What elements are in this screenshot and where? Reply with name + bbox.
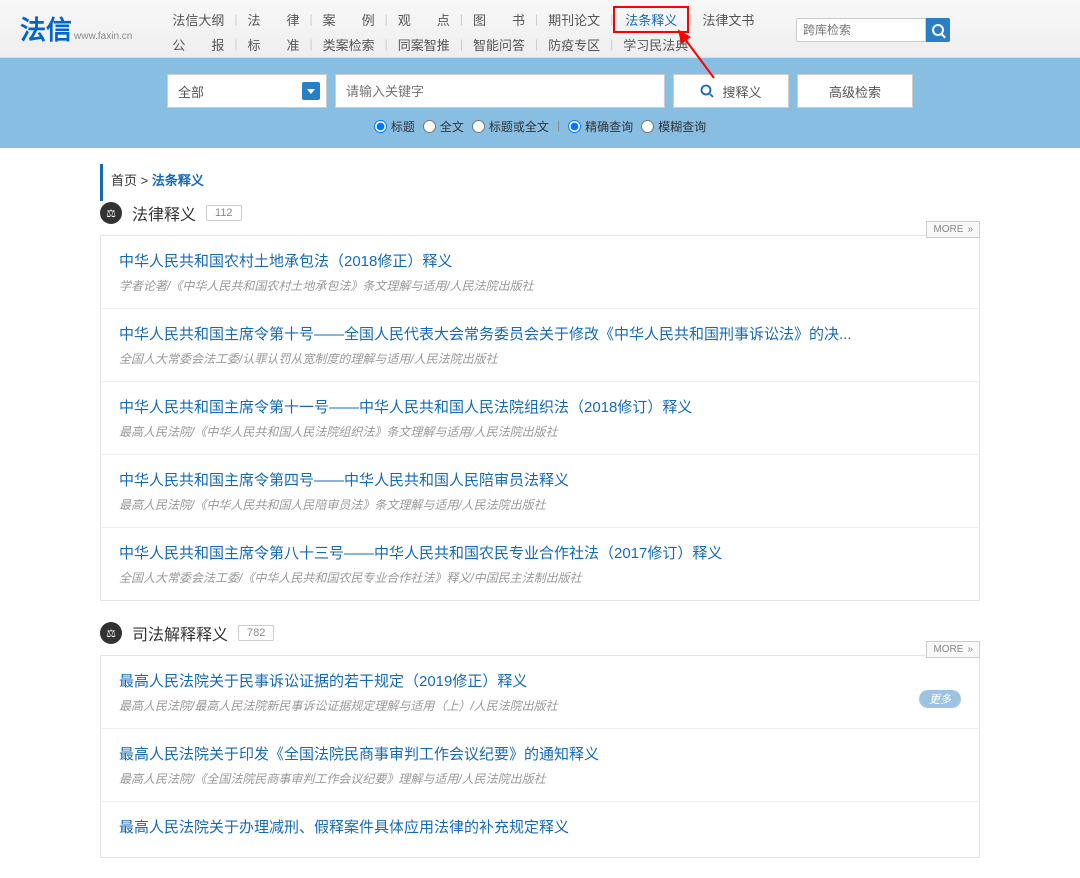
nav-item[interactable]: 防疫专区 bbox=[538, 33, 610, 56]
breadcrumb: 首页 > 法条释义 bbox=[100, 164, 980, 201]
list-item: 中华人民共和国主席令第十号——全国人民代表大会常务委员会关于修改《中华人民共和国… bbox=[101, 309, 979, 382]
nav-item[interactable]: 类案检索 bbox=[313, 33, 385, 56]
count-badge: 782 bbox=[238, 625, 274, 641]
item-title[interactable]: 中华人民共和国主席令第四号——中华人民共和国人民陪审员法释义 bbox=[119, 469, 961, 490]
section-head: ⚖ 司法解释释义 782 bbox=[100, 621, 980, 645]
item-meta: 最高人民法院/《全国法院民商事审判工作会议纪要》理解与适用/人民法院出版社 bbox=[119, 770, 961, 787]
item-meta: 全国人大常委会法工委/《中华人民共和国农民专业合作社法》释义/中国民主法制出版社 bbox=[119, 569, 961, 586]
section: ⚖ 法律释义 112 MORE 中华人民共和国农村土地承包法（2018修正）释义… bbox=[100, 201, 980, 601]
logo-main: 法信 bbox=[20, 10, 72, 47]
breadcrumb-current: 法条释义 bbox=[152, 173, 204, 188]
radio-option[interactable]: 模糊查询 bbox=[641, 118, 706, 135]
list-item: 中华人民共和国农村土地承包法（2018修正）释义 学者论著/《中华人民共和国农村… bbox=[101, 236, 979, 309]
radio-row: 标题全文标题或全文|精确查询模糊查询 bbox=[374, 118, 706, 135]
chevron-down-icon bbox=[302, 82, 320, 100]
cross-search-input[interactable] bbox=[796, 18, 926, 42]
keyword-input[interactable] bbox=[335, 74, 665, 108]
search-bar: 全部 搜释义 高级检索 bbox=[167, 74, 913, 108]
category-label: 全部 bbox=[178, 82, 204, 101]
logo[interactable]: 法信 www.faxin.cn bbox=[20, 10, 132, 47]
section: ⚖ 司法解释释义 782 MORE 最高人民法院关于民事诉讼证据的若干规定（20… bbox=[100, 621, 980, 858]
item-list: 最高人民法院关于民事诉讼证据的若干规定（2019修正）释义 最高人民法院/最高人… bbox=[100, 655, 980, 858]
section-head: ⚖ 法律释义 112 bbox=[100, 201, 980, 225]
cross-search-button[interactable] bbox=[926, 18, 950, 42]
section-title: 司法解释释义 bbox=[132, 621, 228, 645]
list-item: 中华人民共和国主席令第四号——中华人民共和国人民陪审员法释义 最高人民法院/《中… bbox=[101, 455, 979, 528]
nav-item[interactable]: 标 准 bbox=[238, 33, 310, 56]
nav-item[interactable]: 期刊论文 bbox=[538, 8, 610, 31]
item-title[interactable]: 最高人民法院关于民事诉讼证据的若干规定（2019修正）释义 bbox=[119, 670, 961, 691]
item-title[interactable]: 最高人民法院关于印发《全国法院民商事审判工作会议纪要》的通知释义 bbox=[119, 743, 961, 764]
item-meta: 最高人民法院/《中华人民共和国人民法院组织法》条文理解与适用/人民法院出版社 bbox=[119, 423, 961, 440]
category-dropdown[interactable]: 全部 bbox=[167, 74, 327, 108]
search-banner: 全部 搜释义 高级检索 标题全文标题或全文|精确查询模糊查询 bbox=[0, 58, 1080, 148]
nav-item[interactable]: 观 点 bbox=[388, 8, 460, 31]
list-item: 最高人民法院关于印发《全国法院民商事审判工作会议纪要》的通知释义 最高人民法院/… bbox=[101, 729, 979, 802]
breadcrumb-home[interactable]: 首页 bbox=[111, 173, 137, 188]
scale-icon: ⚖ bbox=[100, 622, 122, 644]
item-meta: 学者论著/《中华人民共和国农村土地承包法》条文理解与适用/人民法院出版社 bbox=[119, 277, 961, 294]
item-meta: 最高人民法院/最高人民法院新民事诉讼证据规定理解与适用（上）/人民法院出版社 bbox=[119, 697, 961, 714]
search-icon bbox=[700, 84, 714, 98]
item-title[interactable]: 中华人民共和国农村土地承包法（2018修正）释义 bbox=[119, 250, 961, 271]
nav-item[interactable]: 案 例 bbox=[313, 8, 385, 31]
nav-item[interactable]: 法 律 bbox=[238, 8, 310, 31]
item-meta: 全国人大常委会法工委/认罪认罚从宽制度的理解与适用/人民法院出版社 bbox=[119, 350, 961, 367]
list-item: 最高人民法院关于办理减刑、假释案件具体应用法律的补充规定释义 bbox=[101, 802, 979, 857]
nav-item[interactable]: 公 报 bbox=[162, 33, 234, 56]
nav-item[interactable]: 图 书 bbox=[463, 8, 535, 31]
item-title[interactable]: 中华人民共和国主席令第十一号——中华人民共和国人民法院组织法（2018修订）释义 bbox=[119, 396, 961, 417]
advanced-search-button[interactable]: 高级检索 bbox=[797, 74, 913, 108]
item-meta: 最高人民法院/《中华人民共和国人民陪审员法》条文理解与适用/人民法院出版社 bbox=[119, 496, 961, 513]
search-icon bbox=[932, 24, 944, 36]
radio-option[interactable]: 精确查询 bbox=[568, 118, 633, 135]
more-pill[interactable]: 更多 bbox=[919, 690, 961, 708]
nav-item[interactable]: 法信大纲 bbox=[162, 8, 234, 31]
list-item: 中华人民共和国主席令第八十三号——中华人民共和国农民专业合作社法（2017修订）… bbox=[101, 528, 979, 600]
arrow-annotation bbox=[676, 28, 726, 83]
radio-option[interactable]: 标题或全文 bbox=[472, 118, 549, 135]
list-item: 中华人民共和国主席令第十一号——中华人民共和国人民法院组织法（2018修订）释义… bbox=[101, 382, 979, 455]
radio-option[interactable]: 全文 bbox=[423, 118, 464, 135]
nav-item[interactable]: 同案智推 bbox=[388, 33, 460, 56]
item-title[interactable]: 中华人民共和国主席令第十号——全国人民代表大会常务委员会关于修改《中华人民共和国… bbox=[119, 323, 961, 344]
top-search bbox=[796, 18, 950, 42]
count-badge: 112 bbox=[206, 205, 242, 221]
item-title[interactable]: 中华人民共和国主席令第八十三号——中华人民共和国农民专业合作社法（2017修订）… bbox=[119, 542, 961, 563]
scale-icon: ⚖ bbox=[100, 202, 122, 224]
nav-item[interactable]: 智能问答 bbox=[463, 33, 535, 56]
top-header: 法信 www.faxin.cn 法信大纲|法 律|案 例|观 点|图 书|期刊论… bbox=[0, 0, 1080, 58]
section-title: 法律释义 bbox=[132, 201, 196, 225]
item-title[interactable]: 最高人民法院关于办理减刑、假释案件具体应用法律的补充规定释义 bbox=[119, 816, 961, 837]
radio-option[interactable]: 标题 bbox=[374, 118, 415, 135]
content: 首页 > 法条释义 ⚖ 法律释义 112 MORE 中华人民共和国农村土地承包法… bbox=[100, 148, 980, 858]
logo-sub: www.faxin.cn bbox=[74, 31, 132, 42]
list-item: 最高人民法院关于民事诉讼证据的若干规定（2019修正）释义 最高人民法院/最高人… bbox=[101, 656, 979, 729]
item-list: 中华人民共和国农村土地承包法（2018修正）释义 学者论著/《中华人民共和国农村… bbox=[100, 235, 980, 601]
